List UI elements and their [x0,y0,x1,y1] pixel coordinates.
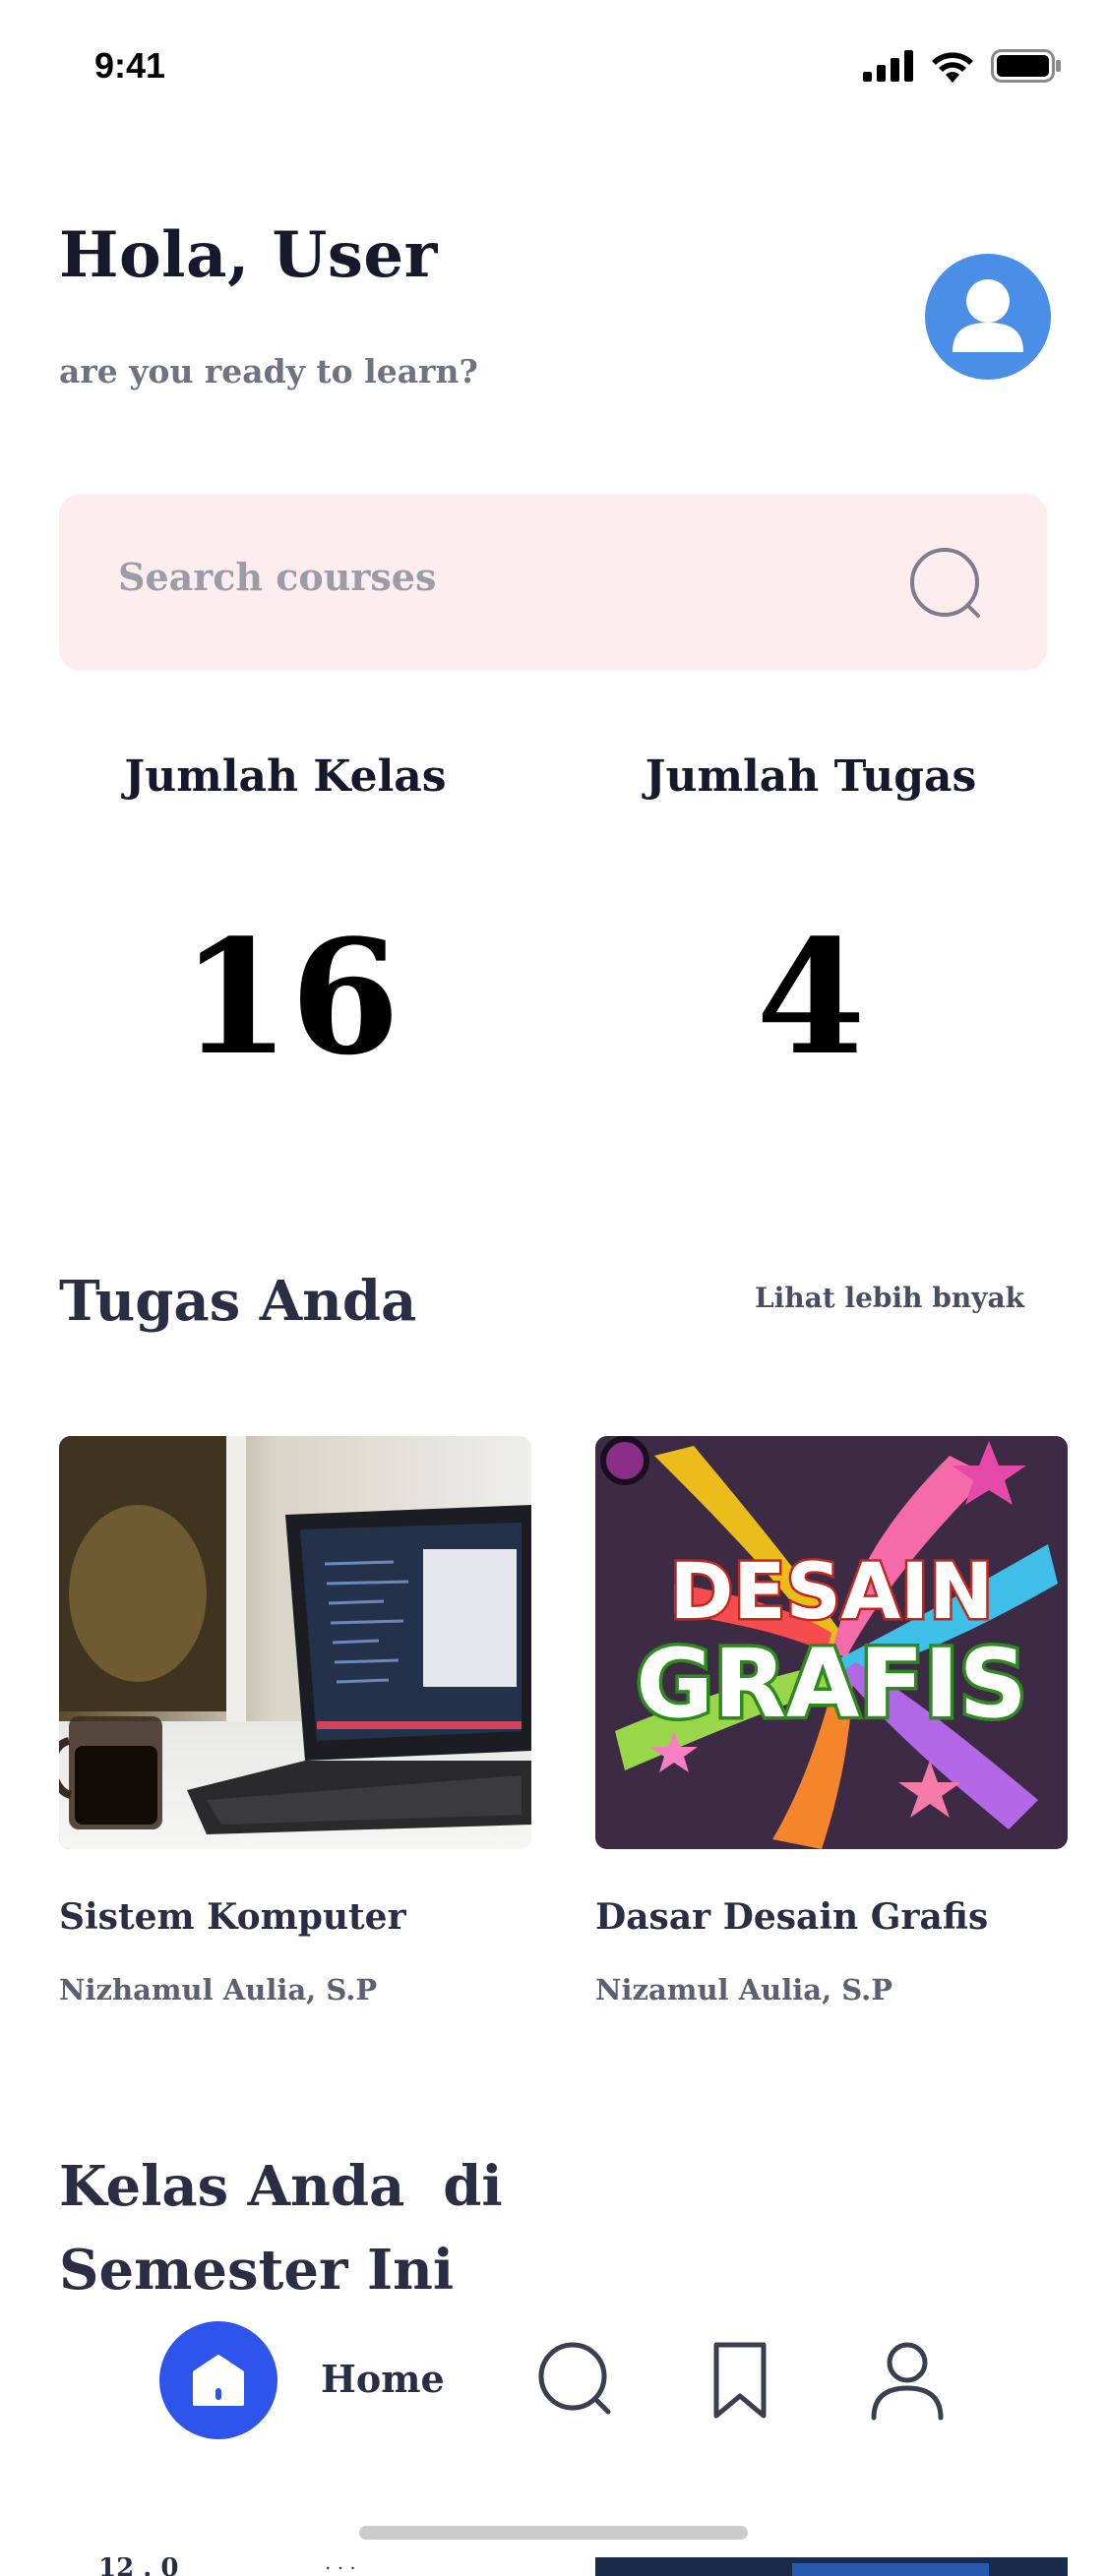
bottom-nav: Home [0,2302,1107,2459]
task-card-author: Nizamul Aulia, S.P [595,1973,893,2007]
status-time: 9:41 [94,45,166,86]
bookmark-icon [713,2342,767,2419]
profile-icon [871,2342,944,2421]
nav-home-button[interactable] [159,2321,277,2439]
svg-text:12 . 0: 12 . 0 [98,2557,178,2576]
signal-icon [863,50,913,82]
task-card-author: Nizhamul Aulia, S.P [59,1973,378,2007]
nav-bookmark-button[interactable] [710,2341,769,2426]
task-card[interactable]: Sistem Komputer Nizhamul Aulia, S.P [59,1436,531,2007]
home-indicator [359,2526,748,2540]
user-avatar-icon [953,279,1023,352]
search-input[interactable]: Search courses [59,494,1047,671]
search-icon[interactable] [907,545,988,629]
class-card-peek: 12 . 0 . . . [59,2557,531,2576]
search-icon [538,2342,611,2415]
classes-title-line1: Kelas Anda di [59,2154,503,2219]
wifi-icon [932,52,973,83]
stat-tasks-value: 4 [756,905,866,1090]
greeting-subtitle: are you ready to learn? [59,352,478,390]
see-more-link[interactable]: Lihat lebih bnyak [755,1282,1024,1314]
task-card-title: Dasar Desain Grafis [595,1896,989,1938]
desain-grafis-art: DESAIN GRAFIS [595,1436,1068,1849]
task-card-title: Sistem Komputer [59,1896,406,1938]
stat-classes-value: 16 [180,905,400,1090]
tasks-section-title: Tugas Anda [59,1269,417,1334]
laptop-photo [59,1436,531,1849]
greeting-title: Hola, User [59,218,438,292]
grafis-art-text: GRAFIS [636,1629,1026,1739]
nav-search-button[interactable] [537,2341,618,2426]
stat-tasks-label: Jumlah Tugas [645,751,977,802]
nav-profile-button[interactable] [870,2341,945,2426]
home-icon [193,2355,244,2406]
search-placeholder: Search courses [118,555,437,599]
classes-section-title: Kelas Anda di [59,2154,503,2219]
status-icons [863,49,1062,83]
battery-icon [991,49,1061,83]
desain-art-text: DESAIN [670,1548,994,1637]
stat-classes-label: Jumlah Kelas [124,751,447,802]
task-card[interactable]: DESAIN GRAFIS Dasar Desain Grafis Nizamu… [595,1436,1068,2007]
status-bar: 9:41 [0,0,1107,138]
classes-section-title-line2: Semester Ini [59,2238,455,2303]
user-avatar[interactable] [925,254,1051,380]
nav-home-label[interactable]: Home [321,2357,445,2401]
svg-text:. . .: . . . [325,2557,356,2574]
class-card-peek [595,2557,1068,2576]
